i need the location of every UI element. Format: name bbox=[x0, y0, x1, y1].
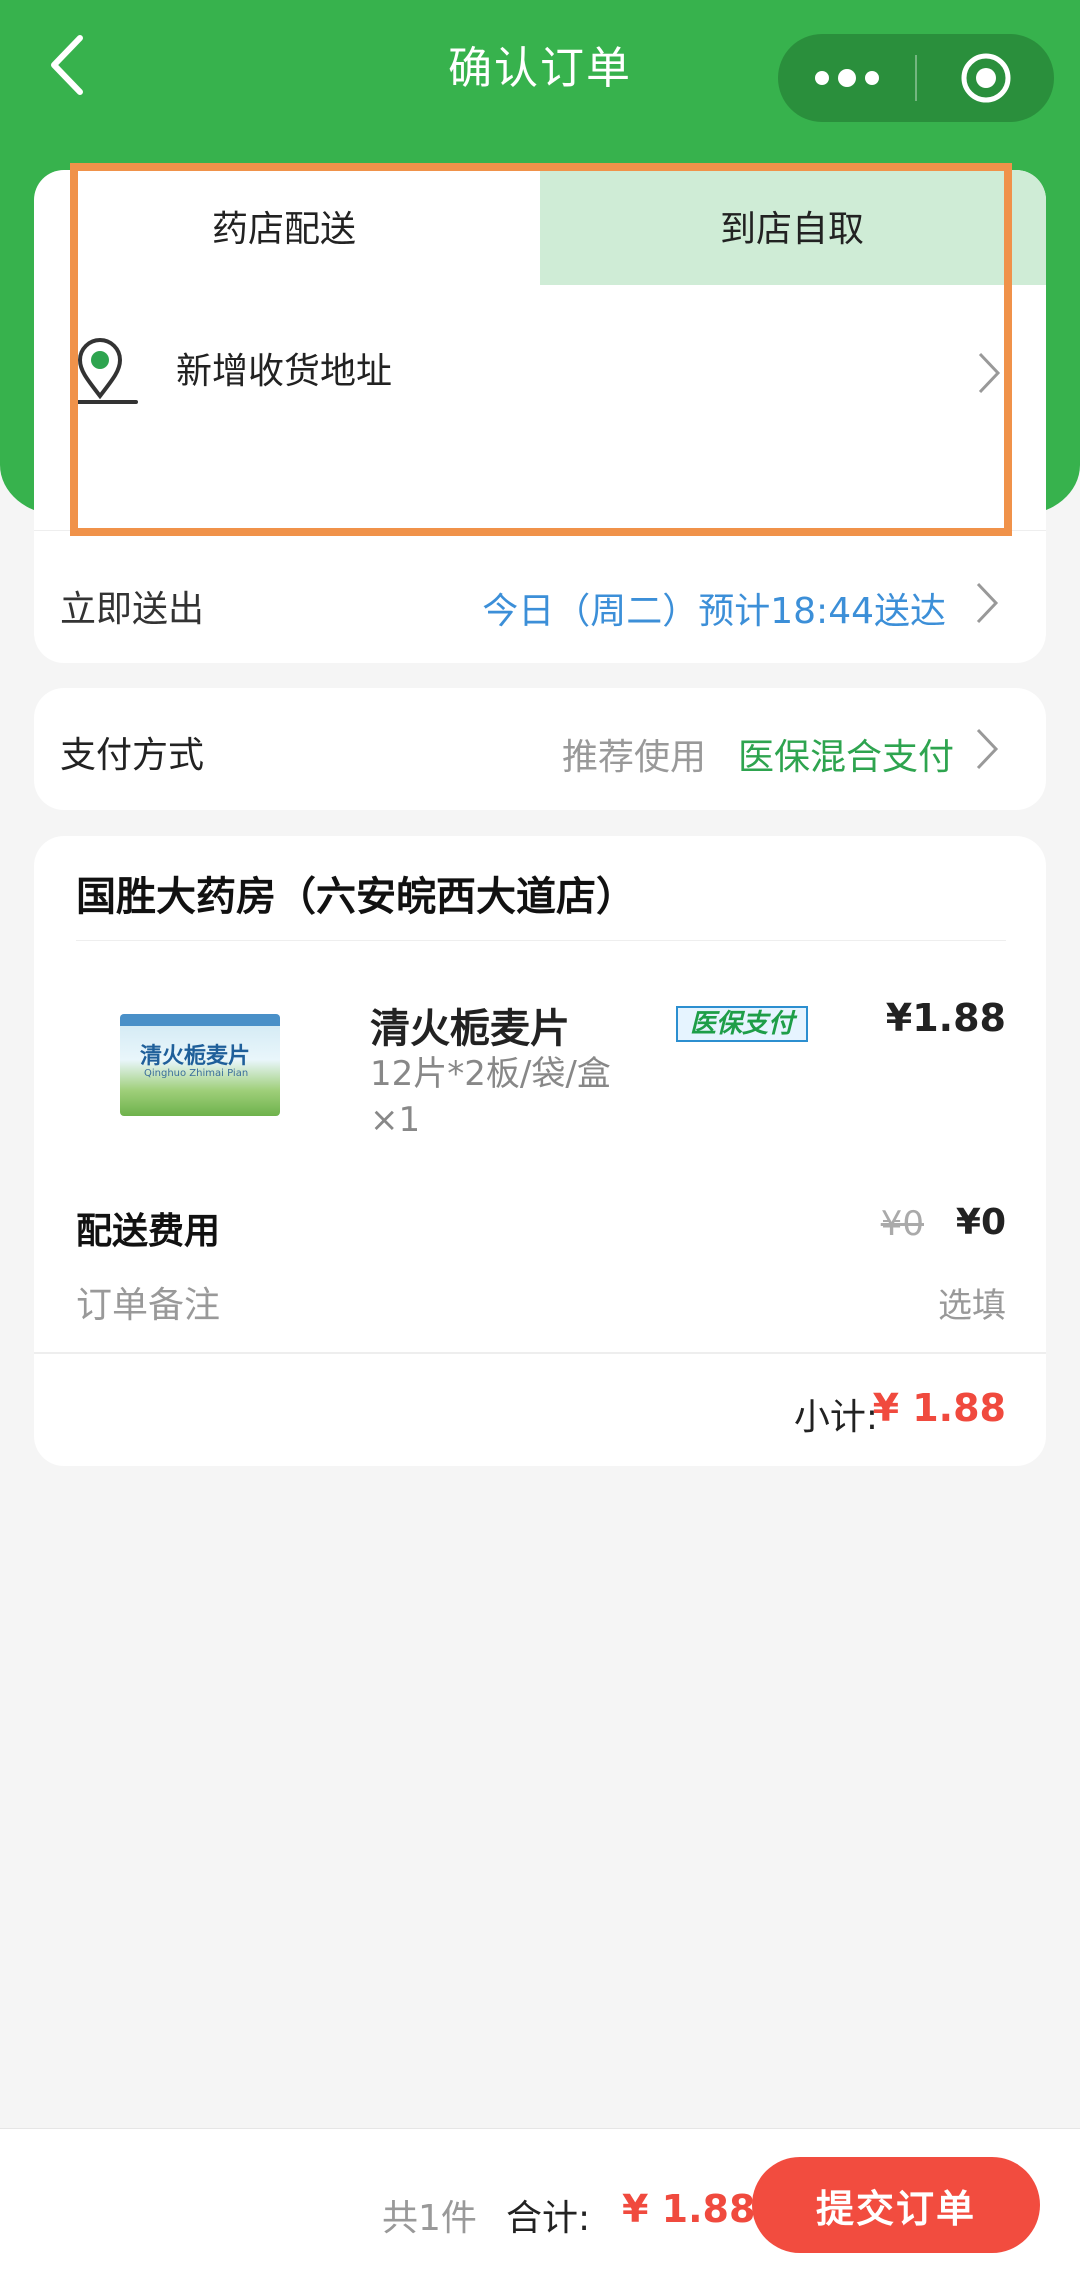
more-dots-icon bbox=[814, 69, 879, 87]
submit-order-button[interactable]: 提交订单 bbox=[752, 2157, 1040, 2253]
more-button[interactable] bbox=[778, 34, 915, 122]
payment-method[interactable]: 医保混合支付 bbox=[738, 728, 954, 780]
subtotal-value: ¥ 1.88 bbox=[872, 1386, 1006, 1430]
payment-label: 支付方式 bbox=[60, 735, 205, 776]
delivery-fee-label: 配送费用 bbox=[76, 1211, 221, 1252]
chevron-right-icon[interactable] bbox=[972, 580, 1002, 626]
store-order-card: 国胜大药房（六安皖西大道店） 清火栀麦片 Qinghuo Zhimai Pian… bbox=[34, 836, 1046, 1466]
product-price: ¥1.88 bbox=[885, 996, 1006, 1040]
payment-card[interactable]: 支付方式 推荐使用 医保混合支付 bbox=[34, 688, 1046, 810]
product-spec: 12片*2板/袋/盒 ×1 bbox=[370, 1051, 660, 1143]
product-image-stripe bbox=[120, 1014, 280, 1026]
store-name: 国胜大药房（六安皖西大道店） bbox=[76, 874, 636, 920]
tab-pharmacy-delivery[interactable]: 药店配送 bbox=[212, 200, 356, 252]
divider bbox=[34, 530, 1046, 531]
product-quantity: ×1 bbox=[370, 1100, 421, 1140]
delivery-fee-original: ¥0 bbox=[880, 1204, 924, 1244]
ship-now-label: 立即送出 bbox=[60, 589, 205, 630]
order-remark-label: 订单备注 bbox=[76, 1285, 221, 1326]
chevron-right-icon[interactable] bbox=[972, 726, 1002, 772]
checkout-bar: 共1件 合计: ¥ 1.88 提交订单 bbox=[0, 2128, 1080, 2272]
add-address-link[interactable]: 新增收货地址 bbox=[176, 342, 392, 394]
total-value: ¥ 1.88 bbox=[622, 2187, 756, 2231]
item-count: 共1件 bbox=[382, 2198, 477, 2239]
product-image-title: 清火栀麦片 bbox=[140, 1044, 251, 1069]
miniapp-capsule bbox=[778, 34, 1054, 122]
order-remark-input[interactable]: 选填 bbox=[938, 1278, 1006, 1327]
product-image-subtitle: Qinghuo Zhimai Pian bbox=[144, 1068, 249, 1079]
location-pin-icon bbox=[76, 338, 142, 408]
delivery-fee-value: ¥0 bbox=[955, 1202, 1006, 1243]
delivery-time-selector[interactable]: 今日（周二）预计18:44送达 bbox=[482, 582, 946, 634]
product-spec-text: 12片*2板/袋/盒 bbox=[370, 1054, 611, 1094]
chevron-right-icon[interactable] bbox=[974, 350, 1004, 396]
subtotal-label: 小计: bbox=[793, 1397, 878, 1438]
delivery-card: 药店配送 到店自取 新增收货地址 立即送出 今日（周二）预计18:44送达 bbox=[34, 170, 1046, 663]
target-close-icon bbox=[961, 53, 1010, 103]
tab-store-pickup[interactable]: 到店自取 bbox=[720, 200, 864, 252]
total-label: 合计: bbox=[506, 2198, 591, 2239]
divider bbox=[76, 940, 1006, 941]
divider bbox=[34, 1352, 1046, 1354]
product-image[interactable]: 清火栀麦片 Qinghuo Zhimai Pian bbox=[120, 1014, 280, 1116]
close-miniapp-button[interactable] bbox=[917, 34, 1054, 122]
payment-hint: 推荐使用 bbox=[561, 737, 706, 778]
insurance-badge: 医保支付 bbox=[676, 1006, 808, 1042]
product-name: 清火栀麦片 bbox=[370, 1006, 570, 1052]
